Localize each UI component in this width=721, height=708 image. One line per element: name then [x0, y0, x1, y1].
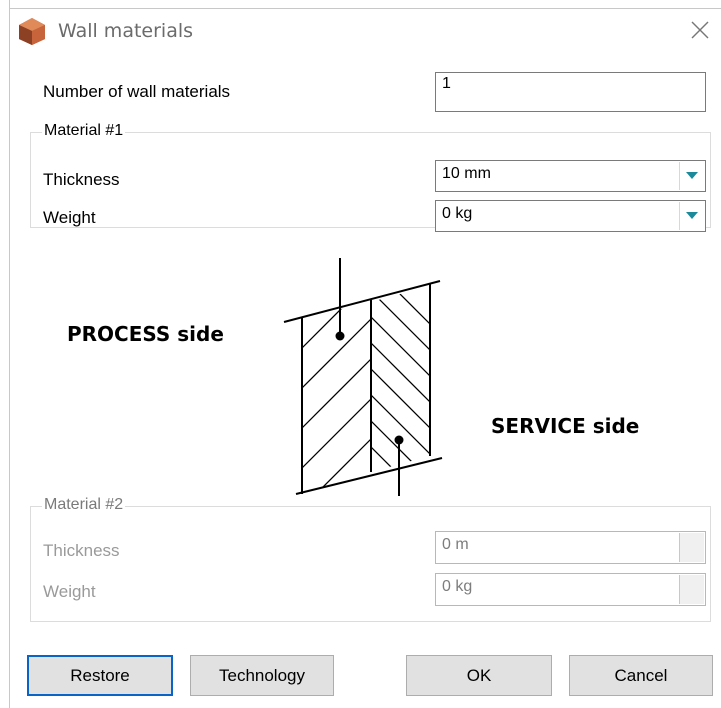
window-left-edge: [9, 0, 10, 708]
material-1-thickness-select[interactable]: 10 mm: [435, 160, 706, 192]
material-2-weight-select[interactable]: 0 kg: [435, 573, 706, 606]
dropdown-arrow-icon[interactable]: [679, 162, 704, 190]
material-2-weight-value: 0 kg: [442, 578, 473, 595]
material-2-thickness-label: Thickness: [43, 541, 120, 560]
material-1-weight-value: 0 kg: [442, 205, 473, 222]
material-1-weight-label: Weight: [43, 208, 96, 227]
ok-button[interactable]: OK: [406, 655, 552, 696]
restore-button[interactable]: Restore: [27, 655, 173, 696]
material-2-thickness-select[interactable]: 0 m: [435, 531, 706, 564]
material-1-legend: Material #1: [42, 122, 126, 140]
material-1-thickness-value: 10 mm: [442, 165, 491, 182]
close-icon[interactable]: [688, 18, 712, 42]
app-logo-icon: [17, 16, 47, 46]
service-side-label: SERVICE side: [491, 414, 640, 438]
material-2-weight-label: Weight: [43, 582, 96, 601]
technology-button[interactable]: Technology: [190, 655, 334, 696]
dropdown-arrow-icon[interactable]: [679, 533, 704, 562]
process-side-label: PROCESS side: [67, 322, 224, 346]
wall-diagram: [270, 250, 460, 500]
window-top-edge: [9, 8, 721, 9]
num-materials-input[interactable]: 1: [435, 72, 706, 112]
material-2-thickness-value: 0 m: [442, 536, 469, 553]
dropdown-arrow-icon[interactable]: [679, 575, 704, 604]
num-materials-label: Number of wall materials: [43, 82, 231, 101]
dropdown-arrow-icon[interactable]: [679, 202, 704, 230]
material-1-weight-select[interactable]: 0 kg: [435, 200, 706, 232]
window-title: Wall materials: [58, 20, 194, 42]
material-2-legend: Material #2: [42, 496, 126, 514]
material-1-thickness-label: Thickness: [43, 170, 120, 189]
cancel-button[interactable]: Cancel: [569, 655, 713, 696]
